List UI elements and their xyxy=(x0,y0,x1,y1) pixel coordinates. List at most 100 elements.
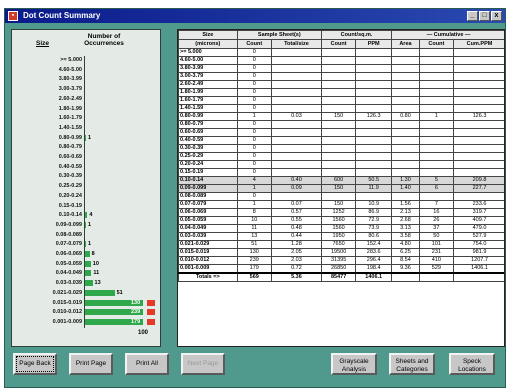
table-row[interactable]: 0.021-0.029 51 1.28 7650 152.4 4.80 101 754.0 xyxy=(178,240,504,249)
table-cell: 296.4 xyxy=(355,256,393,265)
table-cell: 8 xyxy=(236,208,272,217)
table-cell: 73.9 xyxy=(355,224,393,233)
table-cell: 0.55 xyxy=(270,216,322,225)
table-row[interactable]: 0.05-0.059 10 0.55 1560 72.9 2.68 26 409.7 xyxy=(178,216,504,225)
minimize-icon[interactable]: _ xyxy=(467,11,478,21)
table-cell xyxy=(391,64,420,73)
table-cell: 51 xyxy=(236,240,272,249)
column-header: Area xyxy=(391,39,420,49)
table-row[interactable]: 3.80-3.99 0 xyxy=(178,64,504,73)
histogram-count-label: 4 xyxy=(89,212,93,219)
table-row[interactable]: 2.60-2.49 0 xyxy=(178,80,504,89)
page-back-button[interactable]: Page Back xyxy=(13,353,57,375)
table-row[interactable]: 0.03-0.039 13 0.44 1950 80.6 3.58 50 527.9 xyxy=(178,232,504,241)
table-cell: 0.57 xyxy=(270,208,322,217)
histogram-row: 3.80-3.99 xyxy=(12,75,160,83)
table-row[interactable]: 1.60-1.79 0 xyxy=(178,96,504,105)
table-cell xyxy=(418,88,454,97)
table-cell xyxy=(270,48,322,57)
table-cell: 1 xyxy=(418,112,454,121)
table-cell: 10 xyxy=(236,216,272,225)
table-cell xyxy=(391,88,420,97)
histogram-row: 1.80-1.99 xyxy=(12,105,160,113)
table-row[interactable]: 0.15-0.19 0 xyxy=(178,168,504,177)
table-cell: 4 xyxy=(236,176,272,185)
totals-cell xyxy=(391,272,420,282)
histogram-row: 0.20-0.24 xyxy=(12,192,160,200)
table-cell: 0.60-0.69 xyxy=(178,128,238,137)
table-row[interactable]: 4.60-5.00 0 xyxy=(178,56,504,65)
print-all-button[interactable]: Print All xyxy=(125,353,169,375)
table-cell: 1.40-1.59 xyxy=(178,104,238,113)
next-page-label: Next Page xyxy=(187,360,219,367)
dot-count-table[interactable]: Size Sample Sheet(s) Count/sq.m. — Cumul… xyxy=(177,29,505,347)
table-cell: 0.07-0.079 xyxy=(178,200,238,209)
table-row[interactable]: 0.08-0.089 0 xyxy=(178,192,504,201)
table-cell xyxy=(270,80,322,89)
table-row[interactable]: 0.20-0.24 0 xyxy=(178,160,504,169)
histogram-bar xyxy=(85,212,88,219)
table-row[interactable]: 0.40-0.59 0 xyxy=(178,136,504,145)
table-cell xyxy=(320,120,357,129)
table-cell xyxy=(320,48,357,57)
table-cell: 0.25-0.29 xyxy=(178,152,238,161)
histogram-size-label: 0.001-0.009 xyxy=(52,318,82,325)
table-row[interactable]: 0.09-0.099 1 0.09 150 11.9 1.40 6 227.7 xyxy=(178,184,504,193)
table-row[interactable]: 0.80-0.99 1 0.03 150 126.3 0.80 1 126.3 xyxy=(178,112,504,121)
table-row[interactable]: 0.10-0.14 4 0.40 600 50.5 1.30 5 209.8 xyxy=(178,176,504,185)
histogram-row: 0.03-0.039 13 xyxy=(12,279,160,287)
table-cell: 0.015-0.019 xyxy=(178,248,238,257)
table-row[interactable]: 0.07-0.079 1 0.07 150 10.9 1.56 7 233.6 xyxy=(178,200,504,209)
table-cell xyxy=(270,104,322,113)
totals-cell: 5.36 xyxy=(270,272,322,282)
close-icon[interactable]: x xyxy=(491,11,502,21)
table-cell: 101 xyxy=(418,240,454,249)
histogram-row: 0.010-0.012 239 xyxy=(12,308,160,316)
table-cell: 0.48 xyxy=(270,224,322,233)
speck-locations-button[interactable]: Speck Locations xyxy=(449,353,495,375)
table-cell: 0.09 xyxy=(270,184,322,193)
histogram-row: 0.001-0.009 179 xyxy=(12,318,160,326)
table-cell: 409.7 xyxy=(452,216,504,225)
histogram-size-label: 0.15-0.19 xyxy=(58,202,82,209)
table-cell: 600 xyxy=(320,176,357,185)
table-row[interactable]: >= 5.000 0 xyxy=(178,48,504,57)
table-row[interactable]: 1.40-1.59 0 xyxy=(178,104,504,113)
totals-cell: 569 xyxy=(236,272,272,282)
table-cell xyxy=(391,192,420,201)
table-cell xyxy=(355,192,393,201)
next-page-button[interactable]: Next Page xyxy=(181,353,225,375)
sheets-categories-button[interactable]: Sheets and Categories xyxy=(389,353,435,375)
table-row[interactable]: 0.60-0.69 0 xyxy=(178,128,504,137)
table-cell: 1406.1 xyxy=(452,264,504,274)
table-cell: 13 xyxy=(236,232,272,241)
table-row[interactable]: 0.06-0.069 8 0.57 1252 86.9 2.13 16 319.7 xyxy=(178,208,504,217)
table-cell: 0 xyxy=(236,168,272,177)
maximize-icon[interactable]: □ xyxy=(479,11,490,21)
table-row[interactable]: 1.80-1.99 0 xyxy=(178,88,504,97)
grayscale-analysis-button[interactable]: Grayscale Analysis xyxy=(331,353,377,375)
table-cell xyxy=(391,128,420,137)
table-cell: 0.05-0.059 xyxy=(178,216,238,225)
totals-cell: 85477 xyxy=(320,272,357,282)
histogram-occurrences-header: Number of Occurrences xyxy=(84,33,124,47)
group-header-size: Size xyxy=(178,30,238,40)
table-cell xyxy=(270,168,322,177)
table-cell: 2.03 xyxy=(270,256,322,265)
histogram-count-label: 239 xyxy=(131,309,141,316)
column-header: Total/size xyxy=(270,39,322,49)
table-row[interactable]: 0.30-0.39 0 xyxy=(178,144,504,153)
table-row[interactable]: 3.00-3.79 0 xyxy=(178,72,504,81)
histogram-row: 1.60-1.79 xyxy=(12,114,160,122)
table-row[interactable]: 0.015-0.019 130 2.05 19500 283.6 6.25 231 981.9 xyxy=(178,248,504,257)
table-row[interactable]: 0.010-0.012 239 2.03 31395 296.4 8.54 410 1207.… xyxy=(178,256,504,265)
table-row[interactable]: 0.25-0.29 0 xyxy=(178,152,504,161)
table-row[interactable]: 0.04-0.049 11 0.48 1560 73.9 3.13 37 479.0 xyxy=(178,224,504,233)
table-cell: 3.13 xyxy=(391,224,420,233)
table-row[interactable]: 0.80-0.79 0 xyxy=(178,120,504,129)
table-cell xyxy=(418,72,454,81)
print-page-button[interactable]: Print Page xyxy=(69,353,113,375)
table-cell xyxy=(355,72,393,81)
table-cell: 1.80-1.99 xyxy=(178,88,238,97)
table-row[interactable]: 0.001-0.009 179 0.72 26850 198.4 9.36 529 1406.… xyxy=(178,264,504,274)
